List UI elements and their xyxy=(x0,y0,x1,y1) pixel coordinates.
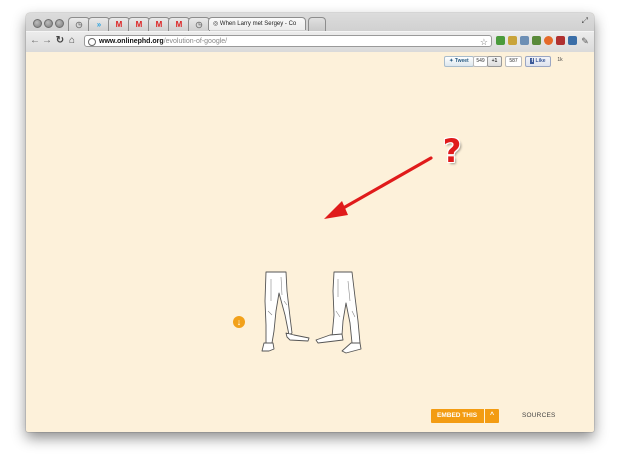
history-icon: ◷ xyxy=(75,20,83,29)
left-person-pants xyxy=(264,271,293,344)
wrench-icon[interactable]: ✎ xyxy=(580,35,590,47)
tweet-button[interactable]: ✦ Tweet xyxy=(444,56,474,67)
tweet-label: Tweet xyxy=(454,58,469,64)
tab-active[interactable]: ◎ When Larry met Sergey - Co xyxy=(208,17,306,30)
back-arrow-icon[interactable]: ← xyxy=(30,35,40,47)
arrow-head-icon xyxy=(324,201,348,219)
embed-label: EMBED THIS xyxy=(437,412,478,419)
extension-green-icon[interactable] xyxy=(496,36,505,45)
reload-icon[interactable]: ↻ xyxy=(55,35,65,47)
tab-strip: ◷ » M M M M ◷ ◎ When Larry met Sergey - … xyxy=(68,17,326,31)
scroll-down-button[interactable]: ↓ xyxy=(233,316,245,328)
plusone-button[interactable]: +1 xyxy=(487,56,502,67)
extension-yellow-icon[interactable] xyxy=(508,36,517,45)
left-person-shoe-right xyxy=(285,332,310,342)
new-tab-button[interactable] xyxy=(308,17,326,31)
address-bar[interactable]: www.onlinephd.org/evolution-of-google/ ☆ xyxy=(84,35,492,47)
plusone-count: 587 xyxy=(505,56,522,67)
tab-gmail-2[interactable]: M xyxy=(128,17,150,31)
twitter-bird-icon: ✦ xyxy=(449,58,454,64)
tab-gmail-1[interactable]: M xyxy=(108,17,130,31)
close-window-button[interactable] xyxy=(33,19,42,28)
question-mark: ? xyxy=(442,132,462,170)
like-label: Like xyxy=(535,58,546,64)
gmail-icon: M xyxy=(175,20,183,29)
tab-history-2[interactable]: ◷ xyxy=(188,17,210,31)
tab-gmail-3[interactable]: M xyxy=(148,17,170,31)
red-arrow xyxy=(324,156,433,219)
browser-window: ◷ » M M M M ◷ ◎ When Larry met Sergey - … xyxy=(26,13,594,432)
page-favicon-icon: ◎ xyxy=(213,21,220,27)
twitter-icon: » xyxy=(96,20,102,29)
globe-icon xyxy=(88,38,96,46)
bookmark-star-icon[interactable]: ☆ xyxy=(480,36,488,48)
chevron-up-icon: ^ xyxy=(484,409,499,423)
tab-gmail-4[interactable]: M xyxy=(168,17,190,31)
embed-this-button[interactable]: EMBED THIS ^ xyxy=(431,409,499,423)
extension-leaf-icon[interactable] xyxy=(532,36,541,45)
gmail-icon: M xyxy=(135,20,143,29)
url-host: www.onlinephd.org xyxy=(99,38,164,45)
facebook-icon: f xyxy=(530,58,535,64)
left-person-shoe-left xyxy=(261,342,275,352)
tab-twitter[interactable]: » xyxy=(88,17,110,31)
like-button[interactable]: f Like xyxy=(525,56,551,67)
zoom-window-button[interactable] xyxy=(55,19,64,28)
extension-red-icon[interactable] xyxy=(556,36,565,45)
browser-chrome: ◷ » M M M M ◷ ◎ When Larry met Sergey - … xyxy=(26,13,594,52)
tab-title: When Larry met Sergey - Co xyxy=(219,21,297,27)
home-icon[interactable]: ⌂ xyxy=(67,35,77,47)
right-person-shoe-right xyxy=(341,342,362,354)
tab-history[interactable]: ◷ xyxy=(68,17,90,31)
legs-illustration xyxy=(261,271,362,354)
sources-link[interactable]: SOURCES xyxy=(522,412,556,419)
right-person-pants xyxy=(331,271,361,344)
url-path: /evolution-of-google/ xyxy=(163,38,228,45)
like-count: 1k xyxy=(557,57,563,63)
extension-box-icon[interactable] xyxy=(568,36,577,45)
right-person-shoe-left xyxy=(315,333,344,344)
forward-arrow-icon[interactable]: → xyxy=(42,35,52,47)
extension-orange-icon[interactable] xyxy=(544,36,553,45)
gmail-icon: M xyxy=(155,20,163,29)
minimize-window-button[interactable] xyxy=(44,19,53,28)
history-icon: ◷ xyxy=(195,20,203,29)
browser-toolbar: ← → ↻ ⌂ www.onlinephd.org/evolution-of-g… xyxy=(26,31,594,52)
fullscreen-icon[interactable]: ⤢ xyxy=(582,16,588,26)
tweet-count: 549 xyxy=(473,56,488,67)
extension-blue-icon[interactable] xyxy=(520,36,529,45)
arrow-down-icon: ↓ xyxy=(236,317,242,327)
gmail-icon: M xyxy=(115,20,123,29)
